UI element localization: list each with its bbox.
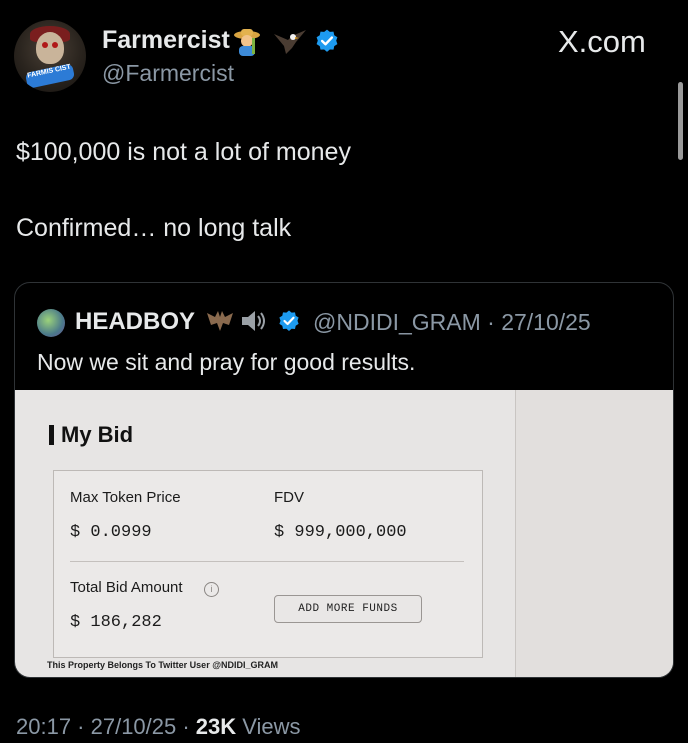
verified-badge-icon (316, 29, 338, 52)
quoted-verified-badge-icon (279, 310, 299, 331)
tweet-text-line-1: $100,000 is not a lot of money (16, 138, 351, 166)
avatar-eye-right (52, 42, 58, 48)
author-name[interactable]: Farmercist (102, 26, 230, 55)
quoted-tweet-image[interactable]: My Bid Max Token Price $ 0.0999 FDV $ 99… (15, 390, 673, 677)
author-avatar[interactable]: FARMIS CIST (14, 20, 86, 92)
max-token-price-value: $ 0.0999 (70, 523, 152, 542)
fdv-value: $ 999,000,000 (274, 523, 407, 542)
bid-title: My Bid (61, 422, 134, 447)
avatar-face (36, 32, 64, 64)
max-token-price-label: Max Token Price (70, 489, 181, 506)
total-bid-amount-label: Total Bid Amount (70, 579, 183, 596)
add-more-funds-button[interactable]: ADD MORE FUNDS (274, 595, 422, 623)
quoted-author-name[interactable]: HEADBOY (75, 308, 195, 336)
bid-details-box: Max Token Price $ 0.0999 FDV $ 999,000,0… (53, 470, 483, 658)
image-side-panel (515, 390, 673, 677)
eagle-emoji-icon (274, 30, 306, 54)
tweet-timestamp[interactable]: 20:17 · 27/10/25 · (16, 714, 196, 739)
avatar-banner: FARMIS CIST (24, 63, 76, 89)
avatar-eye-left (42, 42, 48, 48)
image-watermark: This Property Belongs To Twitter User @N… (47, 660, 278, 670)
site-label: X.com (558, 24, 646, 59)
total-bid-amount-value: $ 186,282 (70, 613, 162, 632)
quoted-tweet-card[interactable]: HEADBOY @NDIDI_GRAM · 27/10/25 Now we si… (14, 282, 674, 678)
farmer-emoji-icon (234, 29, 260, 56)
fdv-label: FDV (274, 489, 304, 506)
quoted-author-avatar[interactable] (37, 309, 65, 337)
quoted-tweet-text: Now we sit and pray for good results. (37, 349, 416, 375)
tweet-meta-footer: 20:17 · 27/10/25 · 23K Views (16, 714, 301, 740)
title-bar-marker (49, 425, 54, 445)
box-divider (70, 561, 464, 562)
author-handle[interactable]: @Farmercist (102, 60, 234, 87)
speaker-emoji-icon (242, 311, 265, 331)
views-count: 23K (195, 714, 237, 739)
views-label: Views (236, 714, 301, 739)
info-icon: i (204, 582, 219, 597)
scrollbar[interactable] (678, 82, 683, 160)
tweet-text-line-2: Confirmed… no long talk (16, 214, 292, 242)
quoted-handle-date[interactable]: @NDIDI_GRAM · 27/10/25 (313, 309, 591, 336)
bat-emoji-icon (207, 311, 233, 331)
